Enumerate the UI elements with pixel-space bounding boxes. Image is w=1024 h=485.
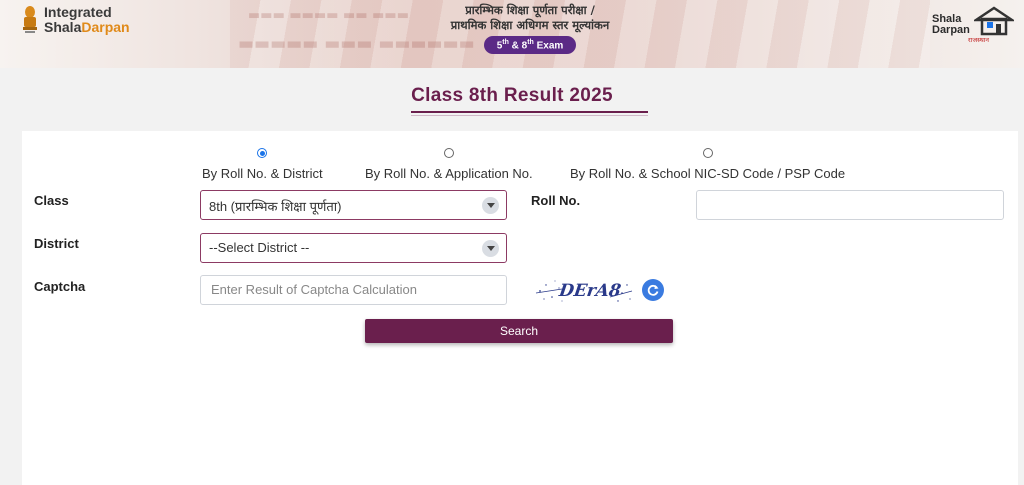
district-label: District	[34, 236, 79, 251]
title-underline	[411, 111, 648, 113]
district-select-value: --Select District --	[209, 240, 310, 255]
exam-title-block: प्रारम्भिक शिक्षा पूर्णता परीक्षा / प्रा…	[430, 3, 630, 55]
integrated-shaladarpan-logo[interactable]: Integrated ShalaDarpan	[20, 4, 130, 36]
radio-label: By Roll No. & District	[202, 166, 323, 181]
search-option-roll-application[interactable]: By Roll No. & Application No.	[365, 148, 533, 181]
hindi-title-line1: प्रारम्भिक शिक्षा पूर्णता परीक्षा /	[465, 3, 595, 17]
shala-darpan-logo[interactable]: Shala Darpan राजस्थान	[932, 6, 1014, 46]
house-icon	[974, 6, 1014, 36]
exam-badge: 5th & 8th Exam	[483, 36, 577, 55]
logo-shala: Shala	[44, 19, 82, 35]
radio-roll-application[interactable]	[443, 148, 454, 158]
radio-roll-district[interactable]	[257, 148, 268, 158]
refresh-icon	[647, 284, 659, 296]
search-option-roll-district[interactable]: By Roll No. & District	[202, 148, 323, 181]
radio-roll-school-code[interactable]	[702, 148, 713, 158]
district-select[interactable]: --Select District --	[200, 233, 507, 263]
roll-no-input[interactable]	[696, 190, 1004, 220]
state-emblem-icon	[20, 4, 40, 36]
captcha-label: Captcha	[34, 279, 86, 294]
radio-label: By Roll No. & Application No.	[365, 166, 533, 181]
result-search-card: By Roll No. & District By Roll No. & App…	[22, 131, 1018, 485]
shala-logo-line2: Darpan	[932, 24, 970, 36]
logo-darpan: Darpan	[81, 19, 130, 35]
search-button[interactable]: Search	[365, 319, 673, 343]
captcha-image: DErA8	[535, 280, 633, 302]
refresh-captcha-button[interactable]	[642, 279, 664, 301]
chevron-down-icon	[482, 240, 499, 257]
shala-logo-tagline: राजस्थान	[968, 36, 990, 44]
class-label: Class	[34, 193, 69, 208]
chevron-down-icon	[482, 197, 499, 214]
page-title: Class 8th Result 2025	[411, 85, 613, 106]
class-select-value: 8th (प्रारम्भिक शिक्षा पूर्णता)	[209, 199, 342, 214]
radio-label: By Roll No. & School NIC-SD Code / PSP C…	[570, 166, 846, 181]
header-banner: ▬▬▬ ▬▬▬▬ ▬▬ ▬▬▬ ▬▬▬▬▬ ▬▬▬ ▬▬▬▬▬▬ Integra…	[0, 0, 1024, 68]
roll-no-label: Roll No.	[531, 193, 581, 208]
hindi-title-line2: प्राथमिक शिक्षा अधिगम स्तर मूल्यांकन	[450, 18, 610, 32]
class-select[interactable]: 8th (प्रारम्भिक शिक्षा पूर्णता)	[200, 190, 507, 220]
captcha-text: DErA8	[557, 281, 623, 301]
search-option-roll-school-code[interactable]: By Roll No. & School NIC-SD Code / PSP C…	[570, 148, 845, 181]
logo-line1: Integrated	[44, 4, 112, 20]
captcha-input[interactable]: Enter Result of Captcha Calculation	[200, 275, 507, 305]
